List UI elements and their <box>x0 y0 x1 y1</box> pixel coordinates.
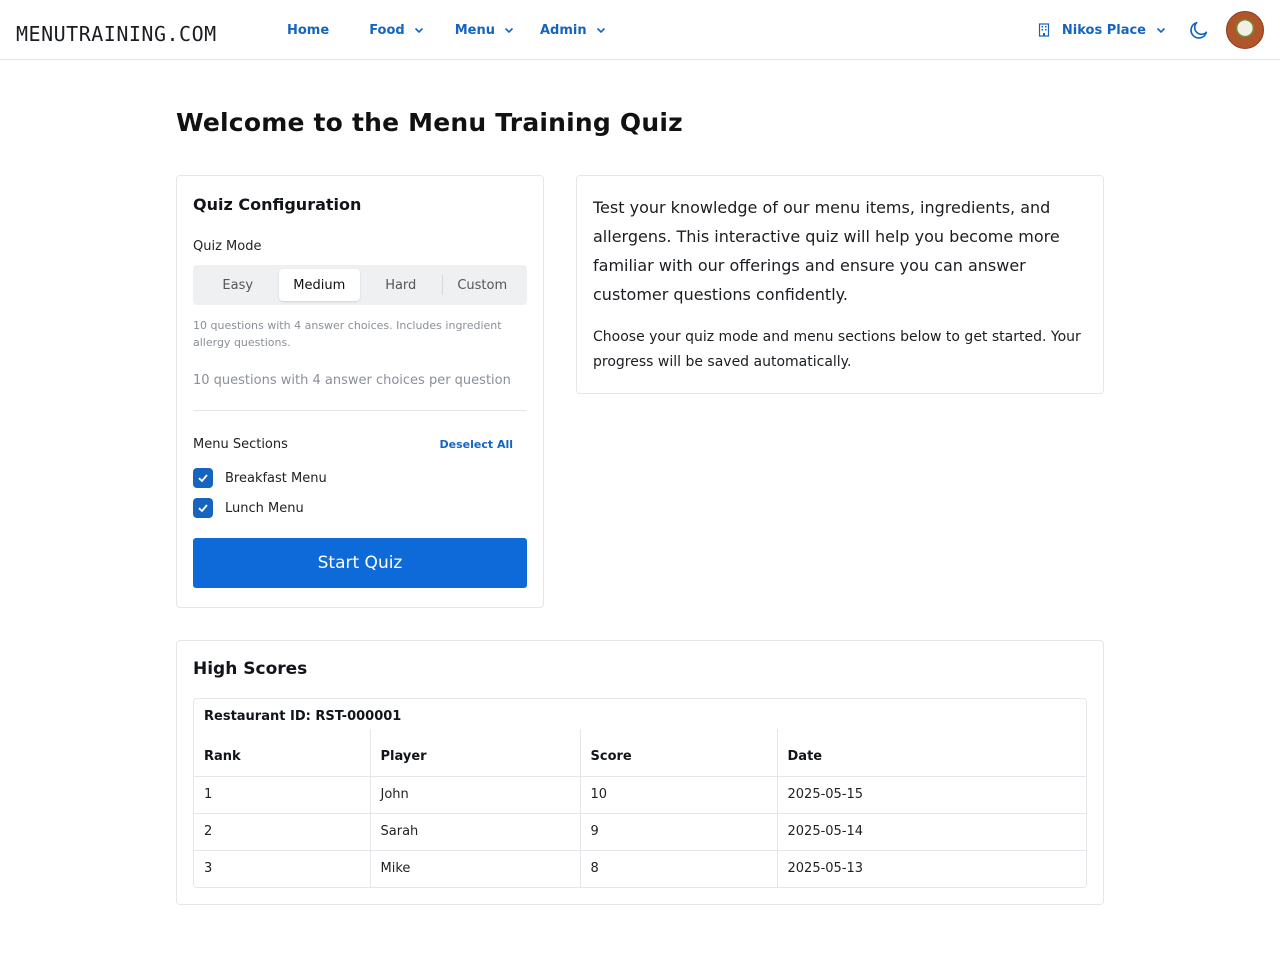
table-row: 3 Mike 8 2025-05-13 <box>194 849 1086 887</box>
table-cell: 3 <box>194 849 370 887</box>
mode-hard-button[interactable]: Hard <box>360 269 442 301</box>
table-cell: 2025-05-13 <box>776 849 1086 887</box>
site-logo[interactable]: MENUTRAINING.COM <box>16 22 217 46</box>
chevron-down-icon <box>504 27 514 34</box>
scores-table-container: Restaurant ID: RST-000001 Rank Player Sc… <box>193 698 1087 888</box>
chevron-down-icon <box>1156 27 1166 34</box>
nav-home-label: Home <box>287 22 330 38</box>
mode-summary: 10 questions with 4 answer choices per q… <box>193 373 511 388</box>
mode-custom-button[interactable]: Custom <box>441 269 524 301</box>
mode-easy-button[interactable]: Easy <box>197 269 279 301</box>
quiz-mode-selector: Easy Medium Hard Custom <box>193 265 527 305</box>
divider <box>193 410 527 411</box>
checkbox-checked-icon[interactable] <box>193 468 213 488</box>
restaurant-name: Nikos Place <box>1061 22 1146 38</box>
section-label: Lunch Menu <box>225 500 304 516</box>
section-checkbox-lunch[interactable]: Lunch Menu <box>193 498 527 518</box>
scores-table: Rank Player Score Date 1 John 10 2025-05… <box>194 729 1086 887</box>
table-cell: Sarah <box>369 812 580 850</box>
table-header-row: Rank Player Score Date <box>194 729 1086 776</box>
column-header: Score <box>579 729 777 776</box>
checkbox-checked-icon[interactable] <box>193 498 213 518</box>
menu-sections-label: Menu Sections <box>193 437 288 452</box>
chevron-down-icon <box>414 27 423 34</box>
building-icon <box>1038 23 1049 37</box>
table-cell: John <box>369 775 580 813</box>
restaurant-selector[interactable]: Nikos Place <box>1037 23 1166 38</box>
intro-instructions: Choose your quiz mode and menu sections … <box>593 329 1081 370</box>
nav-admin[interactable]: Admin <box>540 23 606 38</box>
table-row: 2 Sarah 9 2025-05-14 <box>194 812 1086 850</box>
mode-description: 10 questions with 4 answer choices. Incl… <box>193 319 502 349</box>
quiz-mode-label: Quiz Mode <box>193 239 262 254</box>
nav-food[interactable]: Food <box>369 23 424 38</box>
page-title: Welcome to the Menu Training Quiz <box>176 108 683 137</box>
quiz-config-card: Quiz Configuration Quiz Mode Easy Medium… <box>176 175 544 608</box>
table-cell: 2 <box>194 812 370 850</box>
column-header: Rank <box>204 748 241 764</box>
table-cell: 9 <box>579 812 777 850</box>
header-actions: Nikos Place <box>1037 0 1280 60</box>
nav-menu-label: Menu <box>454 22 495 38</box>
dark-mode-toggle-icon[interactable] <box>1188 19 1210 41</box>
nav-home[interactable]: Home <box>287 23 329 38</box>
high-scores-card: High Scores Restaurant ID: RST-000001 Ra… <box>176 640 1104 905</box>
table-cell: 2025-05-15 <box>776 775 1086 813</box>
column-header: Date <box>776 729 1086 776</box>
user-avatar[interactable] <box>1226 11 1264 49</box>
mode-medium-button[interactable]: Medium <box>278 269 360 301</box>
table-cell: 8 <box>579 849 777 887</box>
top-navbar: MENUTRAINING.COM Home Food Menu Admin Ni… <box>0 0 1280 60</box>
intro-paragraph: Test your knowledge of our menu items, i… <box>593 198 1060 304</box>
high-scores-title: High Scores <box>193 659 308 679</box>
table-cell: 1 <box>194 775 370 813</box>
chevron-down-icon <box>596 27 605 34</box>
column-header: Player <box>369 729 580 776</box>
nav-food-label: Food <box>369 22 405 38</box>
menu-sections-header: Menu Sections Deselect All <box>193 437 527 452</box>
nav-admin-label: Admin <box>539 22 587 38</box>
start-quiz-button[interactable]: Start Quiz <box>193 538 527 588</box>
deselect-all-link[interactable]: Deselect All <box>440 438 514 451</box>
table-cell: 2025-05-14 <box>776 812 1086 850</box>
table-cell: Mike <box>369 849 580 887</box>
restaurant-id: Restaurant ID: RST-000001 <box>204 709 402 724</box>
table-row: 1 John 10 2025-05-15 <box>194 775 1086 813</box>
section-label: Breakfast Menu <box>225 470 327 486</box>
nav-menu[interactable]: Menu <box>455 23 514 38</box>
main-nav: Home Food Menu Admin <box>287 0 634 60</box>
section-checkbox-breakfast[interactable]: Breakfast Menu <box>193 468 527 488</box>
config-title: Quiz Configuration <box>193 195 362 214</box>
table-cell: 10 <box>579 775 777 813</box>
intro-card: Test your knowledge of our menu items, i… <box>576 175 1104 394</box>
